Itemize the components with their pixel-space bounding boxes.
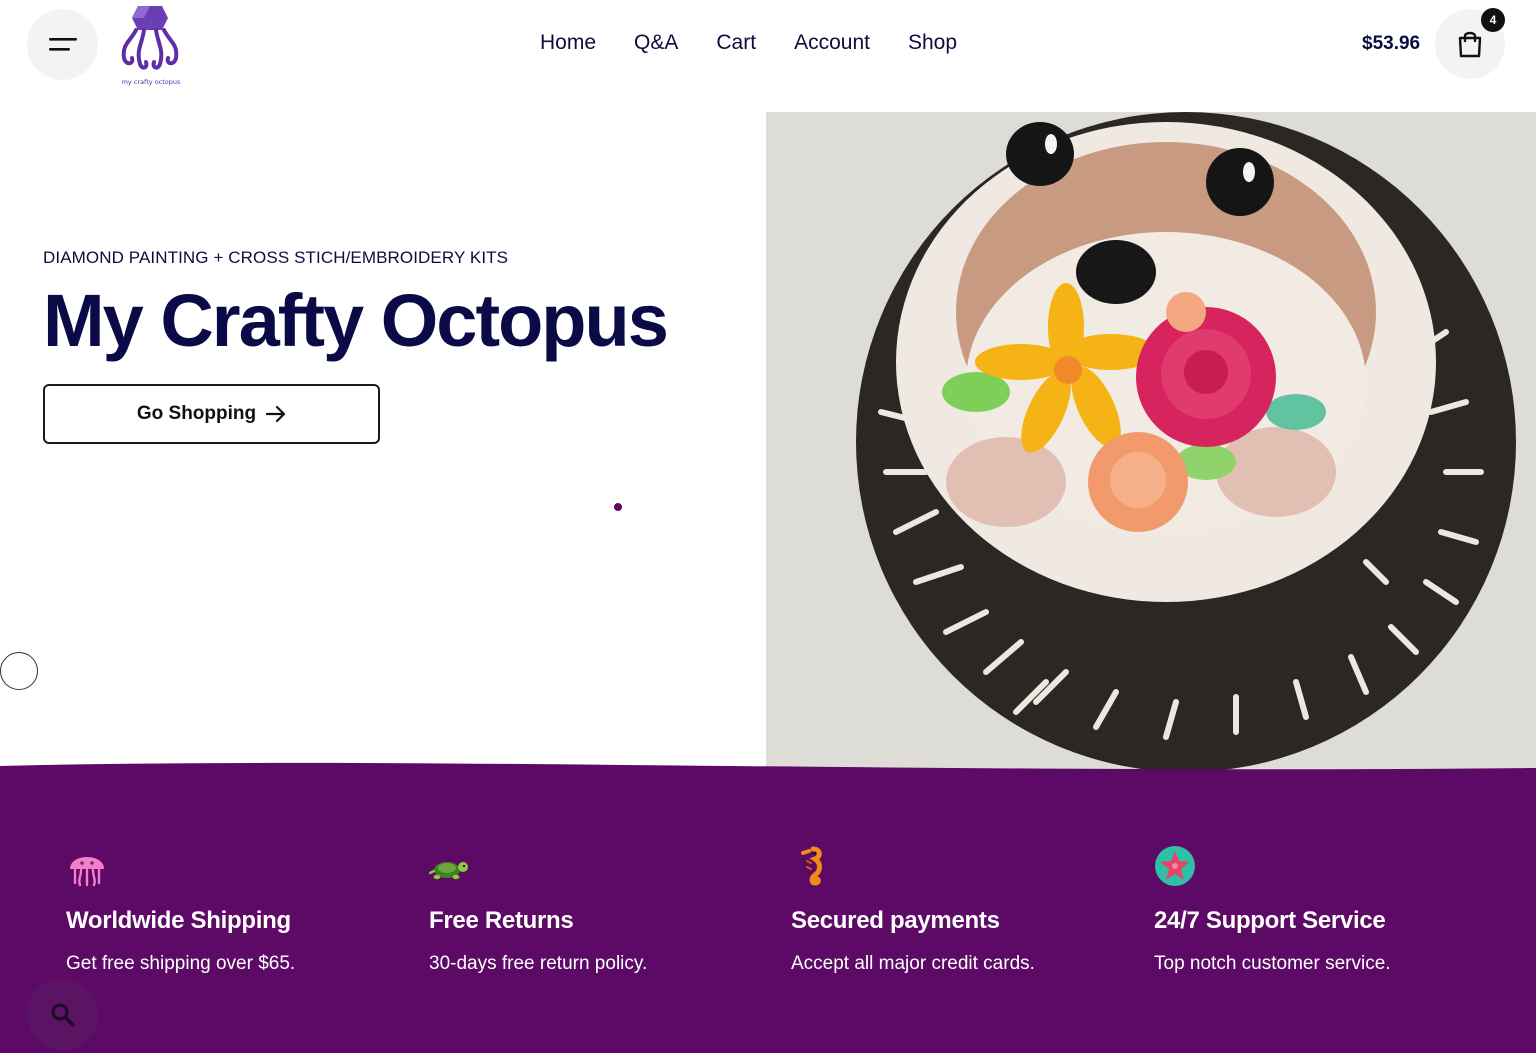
- shopping-bag-icon: [1458, 31, 1482, 58]
- search-button[interactable]: [27, 979, 98, 1050]
- feature-title: Free Returns: [429, 907, 574, 934]
- feature-support-service: 24/7 Support Service Top notch customer …: [1154, 845, 1494, 975]
- hamburger-icon: [48, 37, 77, 51]
- turtle-icon: [429, 862, 468, 880]
- logo-text: my crafty octopus: [122, 78, 181, 86]
- feature-text: Top notch customer service.: [1154, 953, 1391, 974]
- feature-secured-payments: Secured payments Accept all major credit…: [791, 845, 1131, 975]
- nav-qa[interactable]: Q&A: [634, 31, 678, 55]
- cart-total[interactable]: $53.96: [1362, 33, 1420, 55]
- feature-title: 24/7 Support Service: [1154, 907, 1386, 934]
- feature-text: Get free shipping over $65.: [66, 953, 296, 974]
- search-icon: [51, 1003, 75, 1027]
- octopus-logo-icon: my crafty octopus: [122, 6, 181, 86]
- go-shopping-button[interactable]: Go Shopping: [43, 384, 380, 444]
- nav-account[interactable]: Account: [794, 31, 870, 55]
- arrow-right-icon: [266, 405, 286, 423]
- go-shopping-label: Go Shopping: [136, 403, 257, 424]
- feature-title: Secured payments: [791, 907, 1000, 934]
- floating-circle-button[interactable]: [0, 652, 38, 690]
- menu-button[interactable]: [27, 9, 98, 80]
- feature-text: 30-days free return policy.: [429, 953, 648, 974]
- hero-image-embroidered-hedgehog: [766, 112, 1536, 772]
- feature-title: Worldwide Shipping: [66, 907, 291, 934]
- nav-home[interactable]: Home: [540, 31, 596, 55]
- logo[interactable]: my crafty octopus: [112, 2, 190, 88]
- nav-shop[interactable]: Shop: [908, 31, 957, 55]
- site-header: my crafty octopus Home Q&A Cart Account …: [0, 0, 1536, 100]
- seahorse-icon: [801, 846, 822, 886]
- nav-cart[interactable]: Cart: [716, 31, 756, 55]
- jellyfish-icon: [70, 857, 104, 887]
- feature-free-returns: Free Returns 30-days free return policy.: [429, 845, 769, 975]
- hero-eyebrow: DIAMOND PAINTING + CROSS STICH/EMBROIDER…: [43, 248, 509, 267]
- starfish-icon: [1155, 846, 1195, 886]
- hero-title: My Crafty Octopus: [43, 279, 669, 362]
- main-nav: Home Q&A Cart Account Shop: [540, 31, 957, 55]
- hedgehog-embroidery-image: [766, 112, 1536, 772]
- slider-dot[interactable]: [614, 503, 622, 511]
- feature-text: Accept all major credit cards.: [791, 953, 1035, 974]
- feature-worldwide-shipping: Worldwide Shipping Get free shipping ove…: [66, 845, 406, 975]
- cart-count-badge: 4: [1481, 8, 1505, 32]
